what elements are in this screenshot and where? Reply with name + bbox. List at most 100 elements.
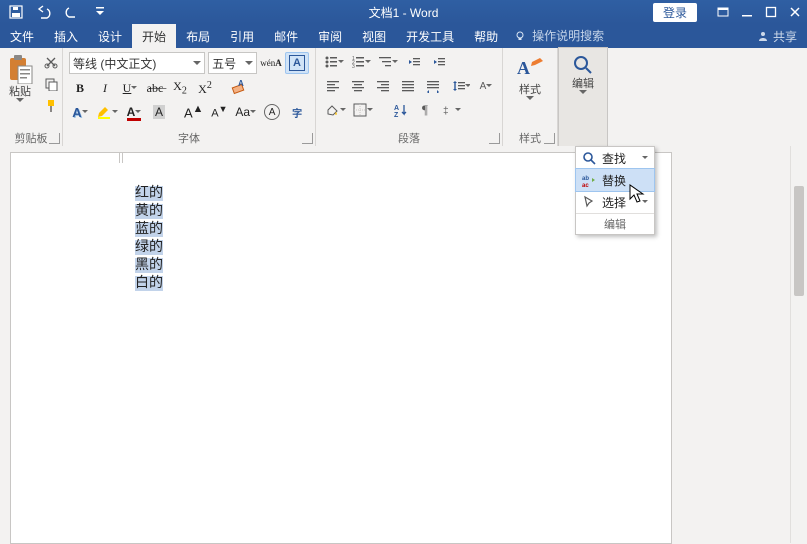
format-painter-button[interactable] [40, 96, 62, 116]
paste-icon [6, 54, 34, 84]
ribbon-display-options-button[interactable] [711, 1, 735, 23]
paste-button[interactable]: 粘贴 [6, 52, 34, 103]
minimize-button[interactable] [735, 1, 759, 23]
align-center-icon [351, 79, 365, 93]
search-icon [572, 54, 594, 76]
tab-help[interactable]: 帮助 [464, 24, 508, 48]
svg-text:‡: ‡ [443, 106, 449, 117]
undo-button[interactable] [32, 1, 56, 23]
chevron-down-icon [250, 110, 256, 114]
redo-button[interactable] [60, 1, 84, 23]
multilevel-list-button[interactable] [376, 52, 400, 72]
bullets-button[interactable] [322, 52, 346, 72]
login-button[interactable]: 登录 [653, 3, 697, 22]
superscript-button[interactable]: X2 [194, 78, 216, 98]
maximize-button[interactable] [759, 1, 783, 23]
shrink-font-button[interactable]: A▼ [208, 102, 230, 122]
cut-button[interactable] [40, 52, 62, 72]
align-distributed-button[interactable] [422, 76, 444, 96]
asian-text-direction-button[interactable]: A [475, 76, 497, 96]
chevron-down-icon [193, 61, 201, 66]
save-button[interactable] [4, 1, 28, 23]
dialog-launcher-icon[interactable] [489, 133, 500, 144]
character-shading-button[interactable]: A [148, 102, 170, 122]
highlight-button[interactable] [94, 102, 120, 122]
font-name-combo[interactable]: 等线 (中文正文) [69, 52, 205, 74]
text-line[interactable]: 白的 [135, 276, 163, 291]
tab-references[interactable]: 引用 [220, 24, 264, 48]
scrollbar-thumb[interactable] [794, 186, 804, 296]
dialog-launcher-icon[interactable] [302, 133, 313, 144]
grow-font-button[interactable]: A▲ [182, 102, 205, 122]
tab-layout[interactable]: 布局 [176, 24, 220, 48]
lightbulb-icon [514, 30, 526, 42]
tab-home[interactable]: 开始 [132, 24, 176, 48]
borders-icon [353, 103, 367, 117]
asian-layout-button[interactable]: 字 [286, 102, 308, 122]
enclose-characters-button[interactable]: A [261, 102, 283, 122]
qat-customize-button[interactable] [88, 1, 112, 23]
styles-button[interactable]: A 样式 [510, 52, 550, 101]
tab-insert[interactable]: 插入 [44, 24, 88, 48]
tell-me-search[interactable] [514, 24, 624, 48]
group-label-clipboard: 剪贴板 [0, 130, 62, 146]
show-hide-marks-button[interactable]: ¶ [414, 100, 436, 120]
font-size-combo[interactable]: 五号 [208, 52, 257, 74]
menu-section-label: 编辑 [576, 213, 654, 234]
dialog-launcher-icon[interactable] [544, 133, 555, 144]
sort-icon: AZ [393, 103, 407, 117]
align-right-button[interactable] [372, 76, 394, 96]
tab-view[interactable]: 视图 [352, 24, 396, 48]
snap-to-grid-button[interactable]: ‡ [439, 100, 463, 120]
clear-formatting-button[interactable]: A [228, 78, 250, 98]
tab-developer[interactable]: 开发工具 [396, 24, 464, 48]
decrease-indent-button[interactable] [403, 52, 425, 72]
dialog-launcher-icon[interactable] [49, 133, 60, 144]
tab-review[interactable]: 审阅 [308, 24, 352, 48]
close-button[interactable] [783, 1, 807, 23]
chevron-down-icon [455, 108, 461, 112]
document-text[interactable]: 红的 黄的 蓝的 绿的 黑的 白的 [135, 185, 163, 293]
bold-button[interactable]: B [69, 78, 91, 98]
group-editing: 编辑 . [558, 47, 608, 147]
increase-indent-button[interactable] [428, 52, 450, 72]
text-effects-button[interactable]: A [69, 102, 91, 122]
change-case-button[interactable]: Aa [233, 102, 258, 122]
underline-button[interactable]: U [119, 78, 141, 98]
sort-button[interactable]: AZ [389, 100, 411, 120]
line-spacing-button[interactable] [450, 76, 472, 96]
text-line[interactable]: 绿的 [135, 240, 163, 255]
text-line[interactable]: 黄的 [135, 204, 163, 219]
share-button[interactable]: 共享 [747, 24, 807, 48]
font-color-button[interactable]: A [123, 102, 145, 122]
italic-button[interactable]: I [94, 78, 116, 98]
align-center-button[interactable] [347, 76, 369, 96]
align-left-button[interactable] [322, 76, 344, 96]
text-line[interactable]: 红的 [135, 186, 163, 201]
numbering-button[interactable]: 123 [349, 52, 373, 72]
document-page[interactable]: 红的 黄的 蓝的 绿的 黑的 白的 [10, 152, 672, 544]
tab-mailings[interactable]: 邮件 [264, 24, 308, 48]
copy-button[interactable] [40, 74, 62, 94]
shading-button[interactable] [322, 100, 348, 120]
text-line[interactable]: 黑的 [135, 258, 163, 273]
tab-design[interactable]: 设计 [88, 24, 132, 48]
editing-button[interactable]: 编辑 [565, 52, 601, 95]
strikethrough-button[interactable]: a̶b̶c̶ [144, 78, 166, 98]
copy-icon [44, 77, 58, 91]
quick-access-toolbar [0, 1, 116, 23]
subscript-button[interactable]: X2 [169, 78, 191, 98]
menu-item-find[interactable]: 查找 [576, 147, 654, 169]
margin-marker [119, 153, 123, 163]
group-clipboard: 粘贴 剪贴板 [0, 48, 63, 146]
phonetic-guide-button[interactable]: wénA [260, 53, 282, 73]
borders-button[interactable] [351, 100, 375, 120]
vertical-scrollbar[interactable] [790, 146, 807, 543]
character-border-button[interactable]: A [285, 52, 309, 74]
text-line[interactable]: 蓝的 [135, 222, 163, 237]
line-spacing-icon [452, 79, 465, 93]
tell-me-input[interactable] [530, 28, 624, 44]
align-justify-button[interactable] [397, 76, 419, 96]
tab-file[interactable]: 文件 [0, 24, 44, 48]
group-styles: A 样式 样式 [503, 48, 558, 146]
